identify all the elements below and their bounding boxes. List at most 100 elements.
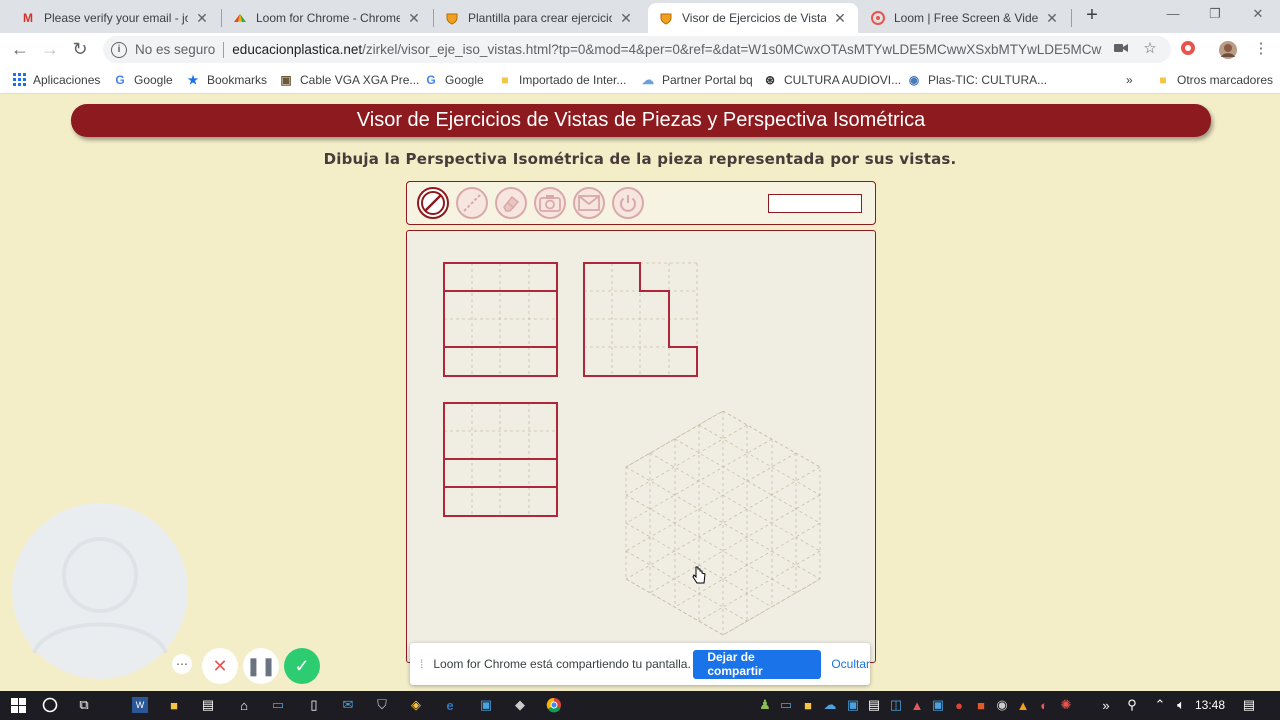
- tab-separator: [1071, 9, 1072, 27]
- mail-tool-button[interactable]: [573, 187, 605, 219]
- monitor-icon[interactable]: ▭: [270, 697, 286, 713]
- hide-button[interactable]: Ocultar: [831, 657, 870, 671]
- loom-icon: [870, 10, 886, 26]
- address-bar[interactable]: i No es seguro educacionplastica.net /zi…: [103, 36, 1171, 63]
- edge-icon[interactable]: e: [442, 697, 458, 713]
- tray-vlc-icon[interactable]: ▲: [1015, 697, 1031, 713]
- bookmark-cable-vga[interactable]: ▣ Cable VGA XGA Pre...: [279, 71, 419, 88]
- bookmark-plas-tic[interactable]: ◉ Plas-TIC: CULTURA...: [907, 71, 1047, 88]
- loom-camera-bubble[interactable]: [12, 503, 188, 679]
- tray-app-icon[interactable]: ■: [973, 697, 989, 713]
- search-icon[interactable]: [42, 697, 58, 713]
- url-domain[interactable]: educacionplastica.net: [232, 42, 362, 57]
- tray-app-icon[interactable]: ♟: [757, 697, 773, 713]
- bookmark-apps[interactable]: Aplicaciones: [12, 71, 100, 88]
- close-tab-icon[interactable]: ✕: [194, 10, 210, 26]
- tray-folder-icon[interactable]: ■: [800, 697, 816, 713]
- minimize-icon[interactable]: —: [1158, 4, 1188, 24]
- task-view-icon[interactable]: ⧉: [76, 697, 92, 713]
- chevron-up-icon[interactable]: ⌃: [1152, 697, 1168, 713]
- hand-cursor-icon: [692, 566, 706, 584]
- line-tool-button[interactable]: [417, 187, 449, 219]
- loom-cancel-button[interactable]: ✕: [202, 648, 238, 684]
- tray-cloud-icon[interactable]: ☁: [822, 697, 838, 713]
- tab-plantilla[interactable]: Plantilla para crear ejercicios d ✕: [434, 3, 644, 33]
- tray-app-icon[interactable]: ▣: [845, 697, 861, 713]
- avatar[interactable]: [1218, 40, 1237, 59]
- close-tab-icon[interactable]: ✕: [1044, 10, 1060, 26]
- tray-loom-icon[interactable]: ✺: [1058, 697, 1074, 713]
- taskbar-app-icon[interactable]: W: [132, 697, 148, 713]
- volume-icon[interactable]: 🔈︎: [1173, 697, 1189, 713]
- tab-loom-webstore[interactable]: Loom for Chrome - Chrome W ✕: [222, 3, 432, 33]
- tray-app-icon[interactable]: ▣: [930, 697, 946, 713]
- people-icon[interactable]: ⚲: [1124, 697, 1140, 713]
- bookmark-importado[interactable]: ■ Importado de Inter...: [498, 71, 626, 88]
- bookmark-bookmarks[interactable]: ★ Bookmarks: [186, 71, 267, 88]
- info-icon[interactable]: i: [111, 41, 127, 58]
- drag-grip-icon[interactable]: ⁞: [420, 657, 423, 671]
- tray-pdf-icon[interactable]: ▲: [909, 697, 925, 713]
- globe-icon: ◉: [908, 72, 920, 87]
- bookmark-label: Bookmarks: [207, 72, 268, 87]
- shield-icon[interactable]: ⛉: [374, 697, 390, 713]
- close-window-icon[interactable]: ✕: [1243, 4, 1273, 24]
- tool-input-field[interactable]: [768, 194, 862, 213]
- reload-icon[interactable]: ↻: [69, 38, 91, 60]
- mail-icon[interactable]: ✉: [340, 697, 356, 713]
- notifications-icon[interactable]: ▤: [1241, 697, 1257, 713]
- tray-eye-icon[interactable]: ◉: [994, 697, 1010, 713]
- close-tab-icon[interactable]: ✕: [618, 10, 634, 26]
- stop-sharing-button[interactable]: Dejar de compartir: [693, 649, 822, 679]
- new-tab-button[interactable]: +: [1082, 5, 1102, 25]
- tray-monitor-icon[interactable]: ▭: [778, 697, 794, 713]
- tab-visor-active[interactable]: Visor de Ejercicios de Vistas de ✕: [648, 3, 858, 33]
- bookmark-google-2[interactable]: G Google: [424, 71, 483, 88]
- tab-gmail[interactable]: M Please verify your email - josep ✕: [10, 3, 220, 33]
- tray-app-icon[interactable]: ◐: [1036, 697, 1052, 713]
- bookmark-cultura-audiovisual[interactable]: ⊛ CULTURA AUDIOVI...: [763, 71, 901, 88]
- file-explorer-icon[interactable]: ■: [166, 697, 182, 713]
- windows-start-icon[interactable]: [10, 697, 26, 713]
- remote-desktop-icon[interactable]: ▣: [478, 697, 494, 713]
- document-icon[interactable]: ▯: [306, 697, 322, 713]
- power-tool-button[interactable]: [612, 187, 644, 219]
- bookmark-star-icon[interactable]: ☆: [1141, 40, 1159, 58]
- eraser-icon: [503, 195, 520, 212]
- extension-icon[interactable]: [1179, 40, 1197, 58]
- app-icon[interactable]: ◆: [512, 697, 528, 713]
- dashed-line-tool-button[interactable]: [456, 187, 488, 219]
- more-bookmarks-button[interactable]: »: [1126, 71, 1133, 88]
- close-tab-icon[interactable]: ✕: [832, 10, 848, 26]
- tray-app-icon[interactable]: ▤: [866, 697, 882, 713]
- camera-tool-button[interactable]: [534, 187, 566, 219]
- bookmark-partner-portal[interactable]: ☁ Partner Portal bq: [641, 71, 753, 88]
- tray-app-icon[interactable]: ◫: [888, 697, 904, 713]
- url-path[interactable]: /zirkel/visor_eje_iso_vistas.html?tp=0&m…: [362, 42, 1102, 57]
- check-icon: ✓: [294, 655, 310, 676]
- back-icon[interactable]: ←: [9, 38, 31, 60]
- security-label[interactable]: No es seguro: [135, 42, 215, 57]
- loom-more-options-button[interactable]: ⋯: [172, 654, 192, 674]
- store-icon[interactable]: ▤: [200, 697, 216, 713]
- bookmark-otros-marcadores[interactable]: ■ Otros marcadores: [1156, 71, 1273, 88]
- taskbar-clock[interactable]: 13:48: [1195, 698, 1225, 712]
- tray-chrome-icon[interactable]: ●: [951, 697, 967, 713]
- tray-overflow-icon[interactable]: »: [1098, 697, 1114, 713]
- loom-finish-button[interactable]: ✓: [284, 648, 320, 684]
- home-icon[interactable]: ⌂: [236, 697, 252, 713]
- eraser-tool-button[interactable]: [495, 187, 527, 219]
- close-tab-icon[interactable]: ✕: [406, 10, 422, 26]
- restore-icon[interactable]: ❐: [1200, 4, 1230, 24]
- forward-icon[interactable]: →: [39, 38, 61, 60]
- bookmark-label: Aplicaciones: [33, 72, 101, 87]
- menu-icon[interactable]: ⋮: [1252, 40, 1270, 58]
- bookmark-google[interactable]: G Google: [113, 71, 172, 88]
- camera-indicator-icon[interactable]: [1112, 40, 1130, 58]
- chrome-icon[interactable]: [546, 697, 562, 713]
- sketch-app-icon[interactable]: ◈: [408, 697, 424, 713]
- star-icon: ★: [187, 72, 199, 87]
- loom-pause-button[interactable]: ❚❚: [243, 648, 279, 684]
- tab-loom[interactable]: Loom | Free Screen & Video Re ✕: [860, 3, 1070, 33]
- drawing-canvas[interactable]: [406, 230, 876, 663]
